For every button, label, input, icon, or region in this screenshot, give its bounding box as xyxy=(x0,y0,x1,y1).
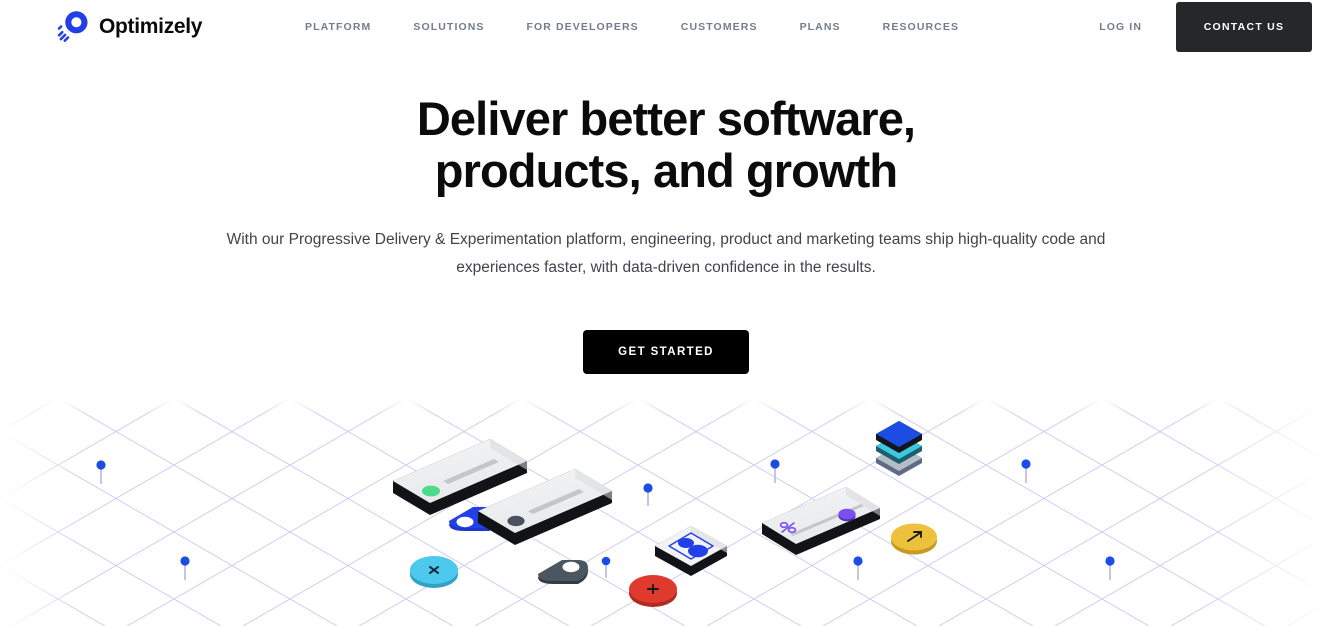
get-started-button[interactable]: GET STARTED xyxy=(583,330,749,374)
nav-item-platform[interactable]: PLATFORM xyxy=(305,15,371,39)
header-actions: LOG IN CONTACT US xyxy=(1099,0,1332,53)
site-header: Optimizely PLATFORM SOLUTIONS FOR DEVELO… xyxy=(0,0,1332,53)
hero-section: Deliver better software, products, and g… xyxy=(0,53,1332,374)
add-disc-red[interactable] xyxy=(629,575,677,607)
nav-item-plans[interactable]: PLANS xyxy=(800,15,841,39)
trend-arrow-disc-yellow[interactable] xyxy=(891,523,937,555)
nav-item-solutions[interactable]: SOLUTIONS xyxy=(413,15,484,39)
close-disc-cyan[interactable] xyxy=(410,556,458,588)
brand-name: Optimizely xyxy=(99,14,203,38)
page-title: Deliver better software, products, and g… xyxy=(0,93,1332,197)
nav-item-for-developers[interactable]: FOR DEVELOPERS xyxy=(527,15,639,39)
optimizely-rocket-ring-icon xyxy=(56,9,90,43)
nav-item-customers[interactable]: CUSTOMERS xyxy=(681,15,758,39)
hero-title-line-2: products, and growth xyxy=(434,144,898,197)
main-navigation: PLATFORM SOLUTIONS FOR DEVELOPERS CUSTOM… xyxy=(305,0,959,53)
nav-item-resources[interactable]: RESOURCES xyxy=(883,15,959,39)
hero-cta-container: GET STARTED xyxy=(0,330,1332,374)
contact-us-button[interactable]: CONTACT US xyxy=(1176,1,1312,52)
brand-logo-link[interactable]: Optimizely xyxy=(56,9,203,43)
login-link[interactable]: LOG IN xyxy=(1099,21,1142,33)
hero-title-line-1: Deliver better software, xyxy=(416,92,916,145)
optimizely-homepage: Optimizely PLATFORM SOLUTIONS FOR DEVELO… xyxy=(0,0,1332,626)
hero-subtitle: With our Progressive Delivery & Experime… xyxy=(226,231,1106,276)
isometric-progressive-delivery-illustration xyxy=(0,398,1332,626)
